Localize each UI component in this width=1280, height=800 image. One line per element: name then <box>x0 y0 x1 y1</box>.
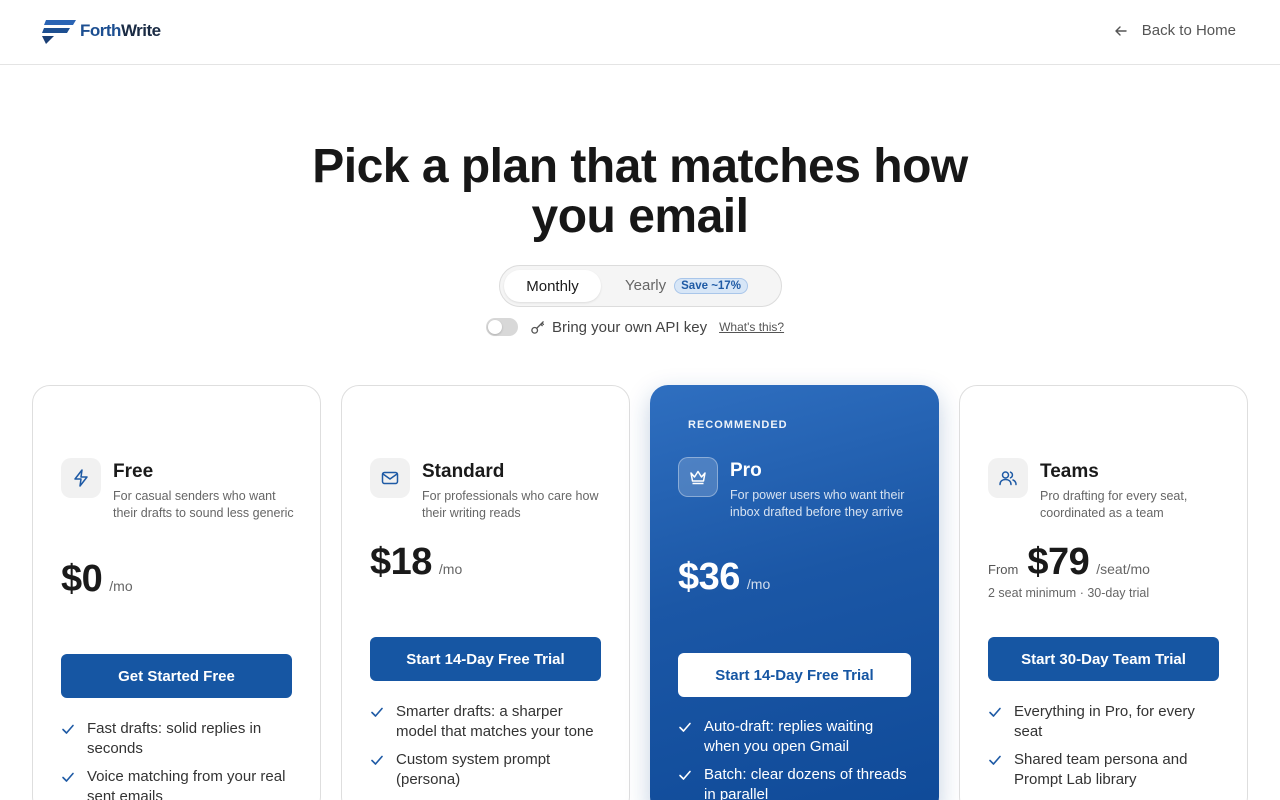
crown-icon <box>690 470 706 485</box>
feature-item: Custom system prompt (persona) <box>370 750 605 789</box>
feature-text: Fast drafts: solid replies in seconds <box>87 720 262 757</box>
price-period: /mo <box>438 561 463 577</box>
feature-item: Fast drafts: solid replies in seconds <box>61 719 296 758</box>
check-icon <box>679 770 691 780</box>
start-14-day-trial-button-pro[interactable]: Start 14-Day Free Trial <box>678 653 911 697</box>
billing-option-monthly-label: Monthly <box>526 277 579 295</box>
get-started-free-button[interactable]: Get Started Free <box>61 654 292 698</box>
logo-text-write: Write <box>120 21 161 40</box>
save-badge: Save ~17% <box>674 277 748 294</box>
feature-list: Everything in Pro, for every seat Shared… <box>988 702 1223 798</box>
feature-text: Voice matching from your real sent email… <box>87 768 286 800</box>
plan-icon-wrapper <box>61 458 101 498</box>
feature-list: Smarter drafts: a sharper model that mat… <box>370 702 605 798</box>
feature-item: Shared team persona and Prompt Lab libra… <box>988 750 1223 789</box>
feature-text: Auto-draft: replies waiting when you ope… <box>704 718 874 755</box>
back-to-home-label: Back to Home <box>1141 22 1236 39</box>
plan-icon-wrapper <box>988 458 1028 498</box>
check-icon <box>989 707 1001 717</box>
start-30-day-team-trial-button[interactable]: Start 30-Day Team Trial <box>988 637 1219 681</box>
price-row: $36 /mo <box>678 556 770 599</box>
bolt-icon <box>74 469 88 487</box>
users-icon <box>999 471 1017 486</box>
plan-card-free: Free For casual senders who want their d… <box>32 385 321 800</box>
feature-text: Custom system prompt (persona) <box>396 751 551 788</box>
plan-name: Free <box>113 461 154 482</box>
check-icon <box>371 707 383 717</box>
billing-period-toggle: Monthly Yearly Save ~17% <box>499 265 782 307</box>
forthwrite-logo[interactable]: ForthWrite <box>40 18 161 44</box>
seat-minimum-note: 2 seat minimum · 30-day trial <box>988 586 1150 600</box>
key-icon <box>531 320 545 334</box>
feature-item: Smarter drafts: a sharper model that mat… <box>370 702 605 741</box>
recommended-badge: RECOMMENDED <box>688 419 788 431</box>
plan-name: Teams <box>1040 461 1099 482</box>
feature-item: Batch: clear dozens of threads in parall… <box>678 765 913 800</box>
plan-price: $0 <box>61 558 103 600</box>
feature-item: Everything in Pro, for every seat <box>988 702 1223 741</box>
byok-label: Bring your own API key <box>552 318 708 336</box>
feature-list: Auto-draft: replies waiting when you ope… <box>678 717 913 800</box>
feature-text: Everything in Pro, for every seat <box>1014 703 1195 740</box>
plan-card-pro: RECOMMENDED Pro For power users who want… <box>650 385 939 800</box>
page-title-line-1: Pick a plan that matches how <box>312 140 968 193</box>
plan-card-standard: Standard For professionals who care how … <box>341 385 630 800</box>
check-icon <box>679 722 691 732</box>
check-icon <box>371 755 383 765</box>
price-row: $18 /mo <box>370 541 462 584</box>
billing-option-yearly[interactable]: Yearly Save ~17% <box>625 277 748 294</box>
price-row: From $79 /seat/mo <box>988 541 1150 584</box>
plan-description: For casual senders who want their drafts… <box>113 489 294 520</box>
logo-text-forth: Forth <box>80 21 121 40</box>
feature-text: Smarter drafts: a sharper model that mat… <box>396 703 594 740</box>
toggle-knob <box>488 320 502 334</box>
site-header: ForthWrite Back to Home <box>0 0 1280 65</box>
plan-icon-wrapper <box>678 457 718 497</box>
billing-option-monthly[interactable]: Monthly <box>504 270 601 302</box>
check-icon <box>989 755 1001 765</box>
plan-icon-wrapper <box>370 458 410 498</box>
price-period: /seat/mo <box>1096 561 1150 577</box>
plan-description: For professionals who care how their wri… <box>422 489 599 520</box>
plan-name: Standard <box>422 461 505 482</box>
price-period: /mo <box>746 576 771 592</box>
feature-list: Fast drafts: solid replies in seconds Vo… <box>61 719 296 800</box>
mail-icon <box>381 471 399 485</box>
feature-text: Batch: clear dozens of threads in parall… <box>704 766 907 800</box>
start-14-day-trial-button[interactable]: Start 14-Day Free Trial <box>370 637 601 681</box>
arrow-left-icon <box>1115 25 1127 36</box>
plan-description: Pro drafting for every seat, coordinated… <box>1040 489 1188 520</box>
plan-card-teams: Teams Pro drafting for every seat, coord… <box>959 385 1248 800</box>
page-title: Pick a plan that matches how you email <box>240 142 1040 242</box>
whats-this-link[interactable]: What's this? <box>719 320 784 334</box>
price-row: $0 /mo <box>61 558 133 601</box>
feature-item: Auto-draft: replies waiting when you ope… <box>678 717 913 756</box>
plan-price: $18 <box>370 541 432 583</box>
back-to-home-link[interactable]: Back to Home <box>1114 22 1236 39</box>
page-title-line-2: you email <box>531 190 749 243</box>
price-period: /mo <box>109 578 133 594</box>
feature-text: Shared team persona and Prompt Lab libra… <box>1014 751 1188 788</box>
byok-toggle[interactable] <box>486 318 518 336</box>
plan-description: For power users who want their inbox dra… <box>730 488 905 519</box>
plan-price: $36 <box>678 556 740 598</box>
logo-mark-icon <box>42 20 76 44</box>
plan-name: Pro <box>730 460 762 481</box>
check-icon <box>62 772 74 782</box>
billing-option-yearly-label: Yearly <box>625 277 667 294</box>
plan-price: $79 <box>1027 541 1090 583</box>
check-icon <box>62 724 74 734</box>
price-from-label: From <box>988 562 1019 577</box>
byok-row: Bring your own API key What's this? <box>486 318 784 336</box>
feature-item: Voice matching from your real sent email… <box>61 767 296 800</box>
